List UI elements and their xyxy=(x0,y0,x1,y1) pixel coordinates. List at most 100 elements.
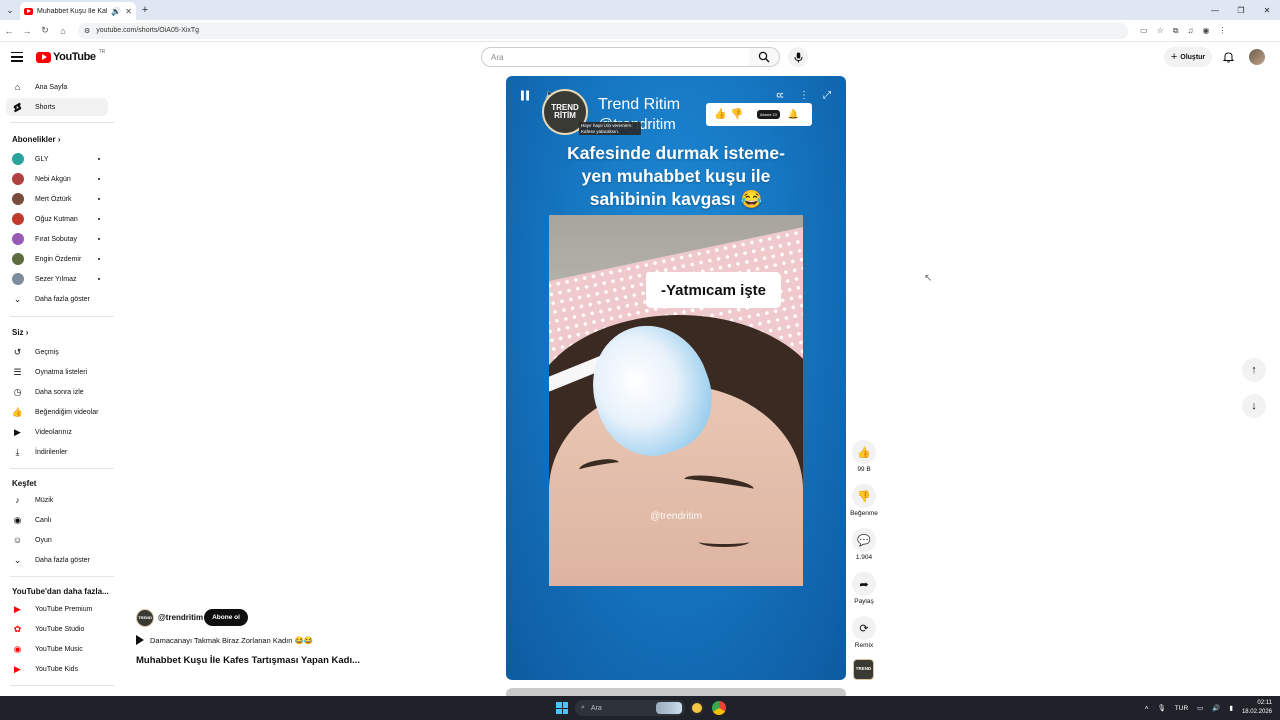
extensions-icon[interactable]: ⧉ xyxy=(1173,26,1179,36)
sidebar-item-history[interactable]: ↺ Geçmiş xyxy=(6,343,108,361)
profile-icon[interactable]: ◉ xyxy=(1202,26,1209,36)
sidebar-item-label: Geçmiş xyxy=(35,348,59,356)
hamburger-menu-icon[interactable] xyxy=(11,52,23,62)
speaker-icon[interactable]: 🔊 xyxy=(1212,704,1220,712)
pause-icon[interactable] xyxy=(517,87,533,103)
browser-tabbar: ⌄ Muhabbet Kuşu İle Kafes Ta 🔊 ✕ + — ❐ ✕ xyxy=(0,0,1280,20)
clock[interactable]: 02:11 18.02.2026 xyxy=(1242,699,1272,717)
close-window-icon[interactable]: ✕ xyxy=(1254,0,1280,20)
audio-playing-icon[interactable]: 🔊 xyxy=(111,7,121,16)
close-tab-icon[interactable]: ✕ xyxy=(125,7,132,16)
file-explorer-icon[interactable] xyxy=(690,701,704,715)
share-label: Paylaş xyxy=(854,598,874,605)
windows-start-icon[interactable] xyxy=(556,702,568,714)
subscription-item[interactable]: GLY xyxy=(6,150,108,168)
sidebar-item-watch-later[interactable]: ◷ Daha sonra izle xyxy=(6,383,108,401)
chrome-icon[interactable] xyxy=(712,701,726,715)
sidebar-item-youtube-music[interactable]: ◉ YouTube Music xyxy=(6,640,108,658)
subscribe-pill: Abone Ol xyxy=(756,110,780,119)
fullscreen-icon[interactable]: ⤢ xyxy=(819,87,835,103)
voice-search-button[interactable] xyxy=(788,47,808,67)
battery-icon[interactable]: ▮ xyxy=(1229,704,1233,712)
subscription-item[interactable]: Mert Öztürk xyxy=(6,190,108,208)
reload-icon[interactable]: ↻ xyxy=(36,20,54,42)
bookmark-star-icon[interactable]: ☆ xyxy=(1157,26,1164,36)
subscription-item[interactable]: Sezer Yılmaz xyxy=(6,270,108,288)
sidebar-item-liked-videos[interactable]: 👍 Beğendiğim videolar xyxy=(6,403,108,421)
channel-handle[interactable]: @trendritim xyxy=(158,613,203,622)
video-title[interactable]: Muhabbet Kuşu İle Kafes Tartışması Yapan… xyxy=(136,655,360,666)
media-icon[interactable]: ♫ xyxy=(1187,26,1193,36)
like-button[interactable]: 👍 xyxy=(852,440,876,464)
captions-icon[interactable]: ㏄ xyxy=(772,87,788,103)
audio-source-thumbnail[interactable]: TREND xyxy=(853,659,874,680)
new-tab-button[interactable]: + xyxy=(136,1,154,19)
comments-button[interactable]: 💬 xyxy=(852,528,876,552)
sidebar-item-youtube-kids[interactable]: ▶ YouTube Kids xyxy=(6,660,108,678)
show-more-subscriptions[interactable]: ⌄ Daha fazla göster xyxy=(6,290,108,308)
show-more-label: Daha fazla göster xyxy=(35,295,90,303)
shorts-player[interactable]: 🔈 TREND RİTİM Trend Ritim @trendritim Ha… xyxy=(506,76,846,680)
back-icon[interactable]: ← xyxy=(0,20,18,42)
remix-icon: ⟳ xyxy=(859,622,869,635)
sidebar-item-label: Shorts xyxy=(35,103,56,111)
sidebar-item-shorts[interactable]: Shorts xyxy=(6,98,108,116)
previous-short-button[interactable]: ↑ xyxy=(1242,358,1266,382)
language-indicator[interactable]: TUR xyxy=(1175,705,1188,712)
window-controls: — ❐ ✕ xyxy=(1202,0,1280,20)
video-watermark: @trendritim xyxy=(650,511,702,522)
notifications-button[interactable] xyxy=(1221,50,1235,64)
sidebar-item-youtube-premium[interactable]: ▶ YouTube Premium xyxy=(6,600,108,618)
browser-tab[interactable]: Muhabbet Kuşu İle Kafes Ta 🔊 ✕ xyxy=(20,2,136,20)
new-content-dot xyxy=(98,218,100,220)
subscribe-button[interactable]: Abone ol xyxy=(204,609,248,626)
search-input[interactable]: Ara xyxy=(481,47,750,67)
next-short-button[interactable]: ↓ xyxy=(1242,394,1266,418)
create-label: Oluştur xyxy=(1180,53,1206,61)
sidebar-item-playlists[interactable]: ☰ Oynatma listeleri xyxy=(6,363,108,381)
shorts-icon xyxy=(12,102,23,113)
restore-icon[interactable]: ❐ xyxy=(1228,0,1254,20)
home-page-icon[interactable]: ⌂ xyxy=(54,20,72,42)
site-info-icon[interactable]: ⚙ xyxy=(84,27,90,35)
subscription-item[interactable]: Engin Özdemir xyxy=(6,250,108,268)
sidebar-item-your-videos[interactable]: ▶ Videolarınız xyxy=(6,423,108,441)
dislike-button[interactable]: 👎 xyxy=(852,484,876,508)
url-text: youtube.com/shorts/OiA05-XixTg xyxy=(96,27,199,34)
forward-icon[interactable]: → xyxy=(18,20,36,42)
browser-menu-icon[interactable]: ⋮ xyxy=(1218,26,1226,36)
sidebar-item-music[interactable]: ♪ Müzik xyxy=(6,491,108,509)
remix-button[interactable]: ⟳ xyxy=(852,616,876,640)
subscriptions-heading[interactable]: Abonelikler › xyxy=(12,135,60,144)
subscription-item[interactable]: Oğuz Kutman xyxy=(6,210,108,228)
microphone-tray-icon[interactable]: 🎙 xyxy=(1158,704,1166,712)
bell-icon xyxy=(1222,52,1234,63)
subscription-item[interactable]: Nebi Akgün xyxy=(6,170,108,188)
channel-avatar[interactable]: TREND xyxy=(136,609,154,627)
microphone-icon xyxy=(794,52,802,62)
account-avatar[interactable] xyxy=(1249,49,1265,65)
next-short-preview[interactable] xyxy=(506,688,846,696)
sidebar-item-home[interactable]: ⌂ Ana Sayfa xyxy=(6,78,108,96)
sidebar-item-live[interactable]: ◉ Canlı xyxy=(6,511,108,529)
sound-link[interactable]: Damacanayı Takmak Biraz Zorlanan Kadın 😂… xyxy=(136,635,313,645)
minimize-icon[interactable]: — xyxy=(1202,0,1228,20)
cast-icon[interactable]: ▭ xyxy=(1140,26,1148,36)
tray-overflow-icon[interactable]: ˄ xyxy=(1145,705,1149,712)
show-more-explore[interactable]: ⌄ Daha fazla göster xyxy=(6,551,108,569)
sidebar-item-gaming[interactable]: ☺ Oyun xyxy=(6,531,108,549)
network-icon[interactable]: ▭ xyxy=(1197,704,1203,712)
subscription-item[interactable]: Fırat Sobutay xyxy=(6,230,108,248)
search-button[interactable] xyxy=(749,47,780,67)
create-button[interactable]: + Oluştur xyxy=(1164,47,1212,67)
sidebar-item-youtube-studio[interactable]: ✿ YouTube Studio xyxy=(6,620,108,638)
share-button[interactable]: ➦ xyxy=(852,572,876,596)
sidebar-item-downloads[interactable]: ⤓ İndirilenler xyxy=(6,443,108,461)
address-bar[interactable]: ⚙ youtube.com/shorts/OiA05-XixTg xyxy=(78,22,1128,39)
subscription-label: Fırat Sobutay xyxy=(35,235,78,243)
taskbar-search[interactable]: ⌕ Ara xyxy=(575,700,685,716)
tab-search-icon[interactable]: ⌄ xyxy=(0,0,20,20)
youtube-logo[interactable]: YouTube TR xyxy=(36,49,105,63)
you-heading[interactable]: Siz › xyxy=(12,328,28,337)
more-options-icon[interactable]: ⋮ xyxy=(796,87,812,103)
